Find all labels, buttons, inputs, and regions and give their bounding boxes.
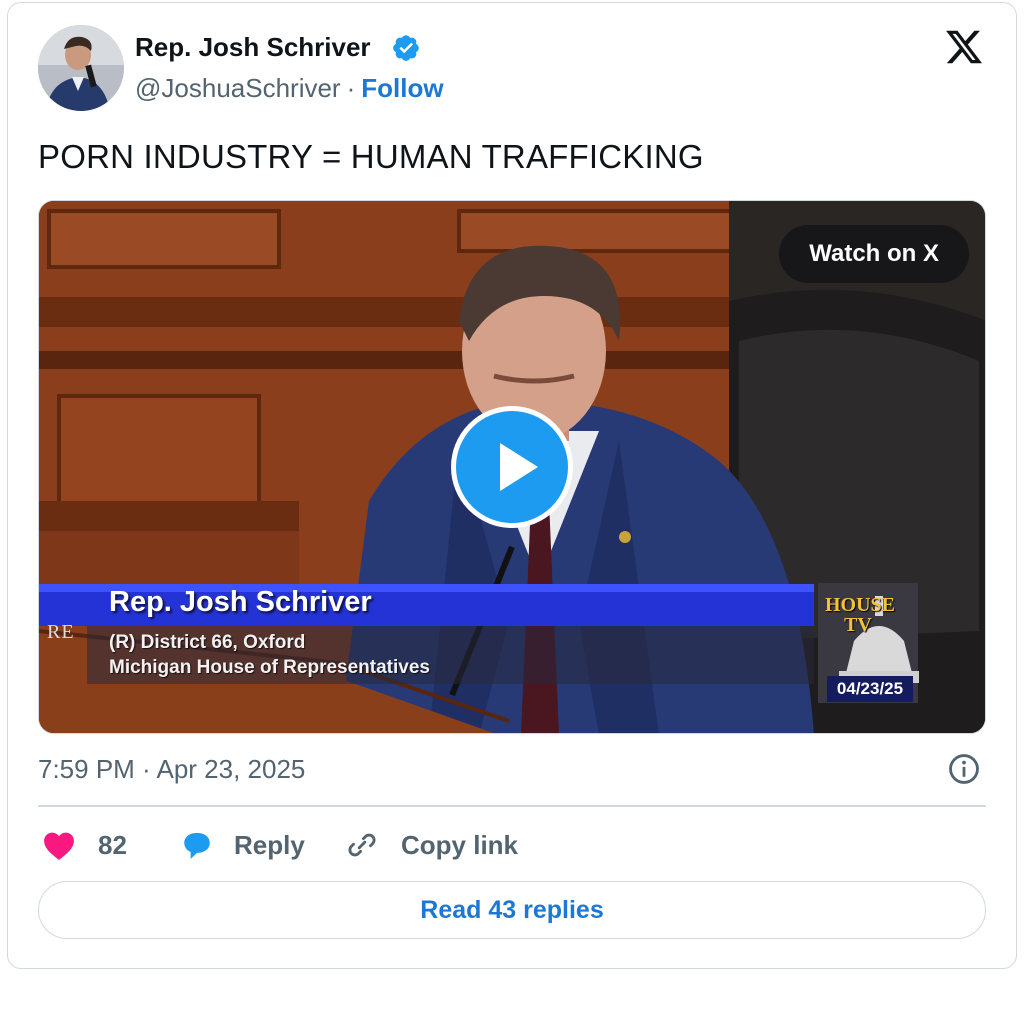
- divider: [38, 805, 986, 807]
- lower-third-partial-text: RE: [47, 621, 75, 643]
- video-player[interactable]: RE Rep. Josh Schriver (R) District 66, O…: [38, 200, 986, 734]
- house-tv-title-line2: TV: [844, 614, 872, 636]
- like-count: 82: [98, 829, 127, 860]
- tweet-text: PORN INDUSTRY = HUMAN TRAFFICKING: [38, 138, 704, 175]
- house-tv-logo: HOUSE TV: [825, 594, 896, 636]
- author-handle[interactable]: @JoshuaSchriver: [135, 73, 341, 103]
- reply-button[interactable]: Reply: [180, 824, 305, 866]
- read-replies-button[interactable]: Read 43 replies: [38, 881, 986, 939]
- lower-third-district: (R) District 66, Oxford: [109, 632, 306, 653]
- house-tv-date: 04/23/25: [827, 676, 913, 702]
- x-logo-icon[interactable]: [943, 27, 985, 67]
- info-icon[interactable]: [947, 752, 981, 786]
- copy-link-button[interactable]: Copy link: [345, 824, 518, 866]
- separator-dot: ·: [346, 73, 356, 103]
- play-button[interactable]: [451, 406, 573, 528]
- lower-third-chamber: Michigan House of Representatives: [109, 657, 430, 678]
- reply-bubble-icon: [184, 832, 210, 859]
- copy-link-label: Copy link: [401, 829, 519, 860]
- play-icon: [500, 443, 538, 491]
- heart-icon: [44, 832, 74, 860]
- verified-badge-icon: [393, 35, 419, 61]
- watch-on-x-button[interactable]: Watch on X: [779, 225, 969, 283]
- author-name[interactable]: Rep. Josh Schriver: [135, 32, 371, 63]
- like-button[interactable]: 82: [42, 824, 127, 866]
- link-icon: [348, 833, 376, 857]
- avatar-photo: [38, 25, 124, 111]
- lower-third-name: Rep. Josh Schriver: [109, 586, 372, 618]
- avatar[interactable]: [38, 25, 124, 111]
- handle-row: @JoshuaSchriver · Follow: [135, 73, 444, 104]
- follow-link[interactable]: Follow: [361, 73, 443, 103]
- tweet-timestamp[interactable]: 7:59 PM · Apr 23, 2025: [38, 754, 305, 785]
- house-tv-title-line1: HOUSE: [825, 594, 896, 616]
- reply-label: Reply: [234, 829, 305, 860]
